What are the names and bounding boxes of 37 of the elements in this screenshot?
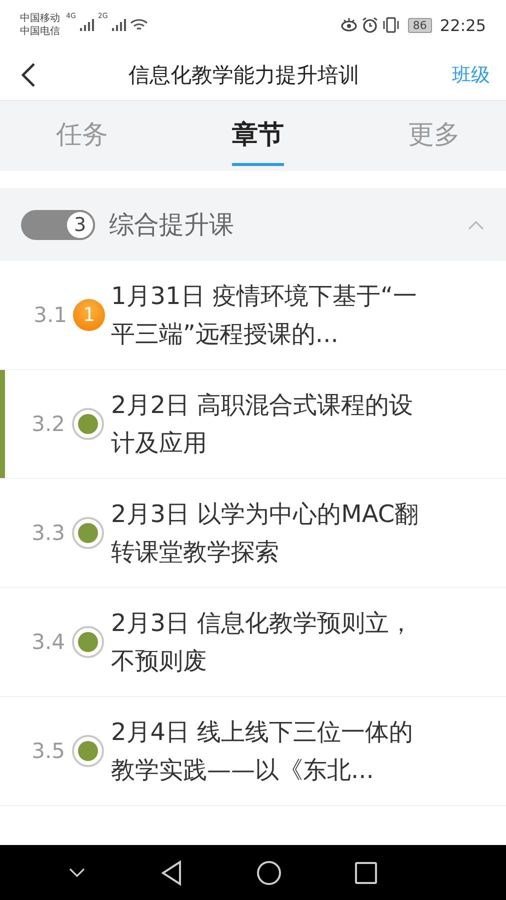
completed-dot-icon xyxy=(71,625,105,659)
chapter-title: 2月3日 信息化教学预则立，不预则废 xyxy=(111,608,414,677)
completed-dot-icon xyxy=(71,734,105,768)
wifi-icon xyxy=(130,18,148,32)
carrier-name: 中国电信 xyxy=(20,25,60,38)
chapter-number: 3.1 xyxy=(34,303,67,327)
signal-icon xyxy=(80,19,94,31)
chapter-number: 3.2 xyxy=(32,412,65,436)
home-nav-icon[interactable] xyxy=(256,860,282,886)
clock-time: 22:25 xyxy=(440,16,486,34)
section-header[interactable]: 3 综合提升课 xyxy=(0,188,506,261)
chapter-row[interactable]: 3.4 2月3日 信息化教学预则立，不预则废 xyxy=(0,588,506,697)
page-title: 信息化教学能力提升培训 xyxy=(128,62,360,89)
carrier-name: 中国移动 xyxy=(20,12,60,25)
back-icon[interactable] xyxy=(20,62,36,88)
eye-icon xyxy=(340,18,358,32)
completed-dot-icon xyxy=(71,516,105,550)
completed-dot-icon xyxy=(71,407,105,441)
section-title: 综合提升课 xyxy=(109,209,235,241)
chapter-row[interactable]: 3.3 2月3日 以学为中心的MAC翻转课堂教学探索 xyxy=(0,479,506,588)
chapter-title: 2月3日 以学为中心的MAC翻转课堂教学探索 xyxy=(111,499,420,568)
section-number: 3 xyxy=(65,210,95,240)
alarm-icon xyxy=(362,17,378,33)
chapter-title: 2月2日 高职混合式课程的设计及应用 xyxy=(111,390,414,459)
chapter-number: 3.5 xyxy=(32,739,65,763)
back-nav-icon[interactable] xyxy=(160,860,184,886)
chapter-title: 1月31日 疫情环境下基于“一平三端”远程授课的... xyxy=(111,281,418,350)
battery-level: 86 xyxy=(408,18,432,32)
chapter-number: 3.4 xyxy=(32,630,65,654)
unread-count-badge: 1 xyxy=(73,299,105,331)
chapter-row[interactable]: 3.5 2月4日 线上线下三位一体的教学实践——以《东北... xyxy=(0,697,506,806)
chapter-row[interactable]: 3.2 2月2日 高职混合式课程的设计及应用 xyxy=(0,370,506,479)
vibrate-icon xyxy=(382,17,400,33)
recents-nav-icon[interactable] xyxy=(354,860,378,884)
chapter-number: 3.3 xyxy=(32,521,65,545)
signal-icon xyxy=(112,19,126,31)
chapter-title: 2月4日 线上线下三位一体的教学实践——以《东北... xyxy=(111,717,414,786)
